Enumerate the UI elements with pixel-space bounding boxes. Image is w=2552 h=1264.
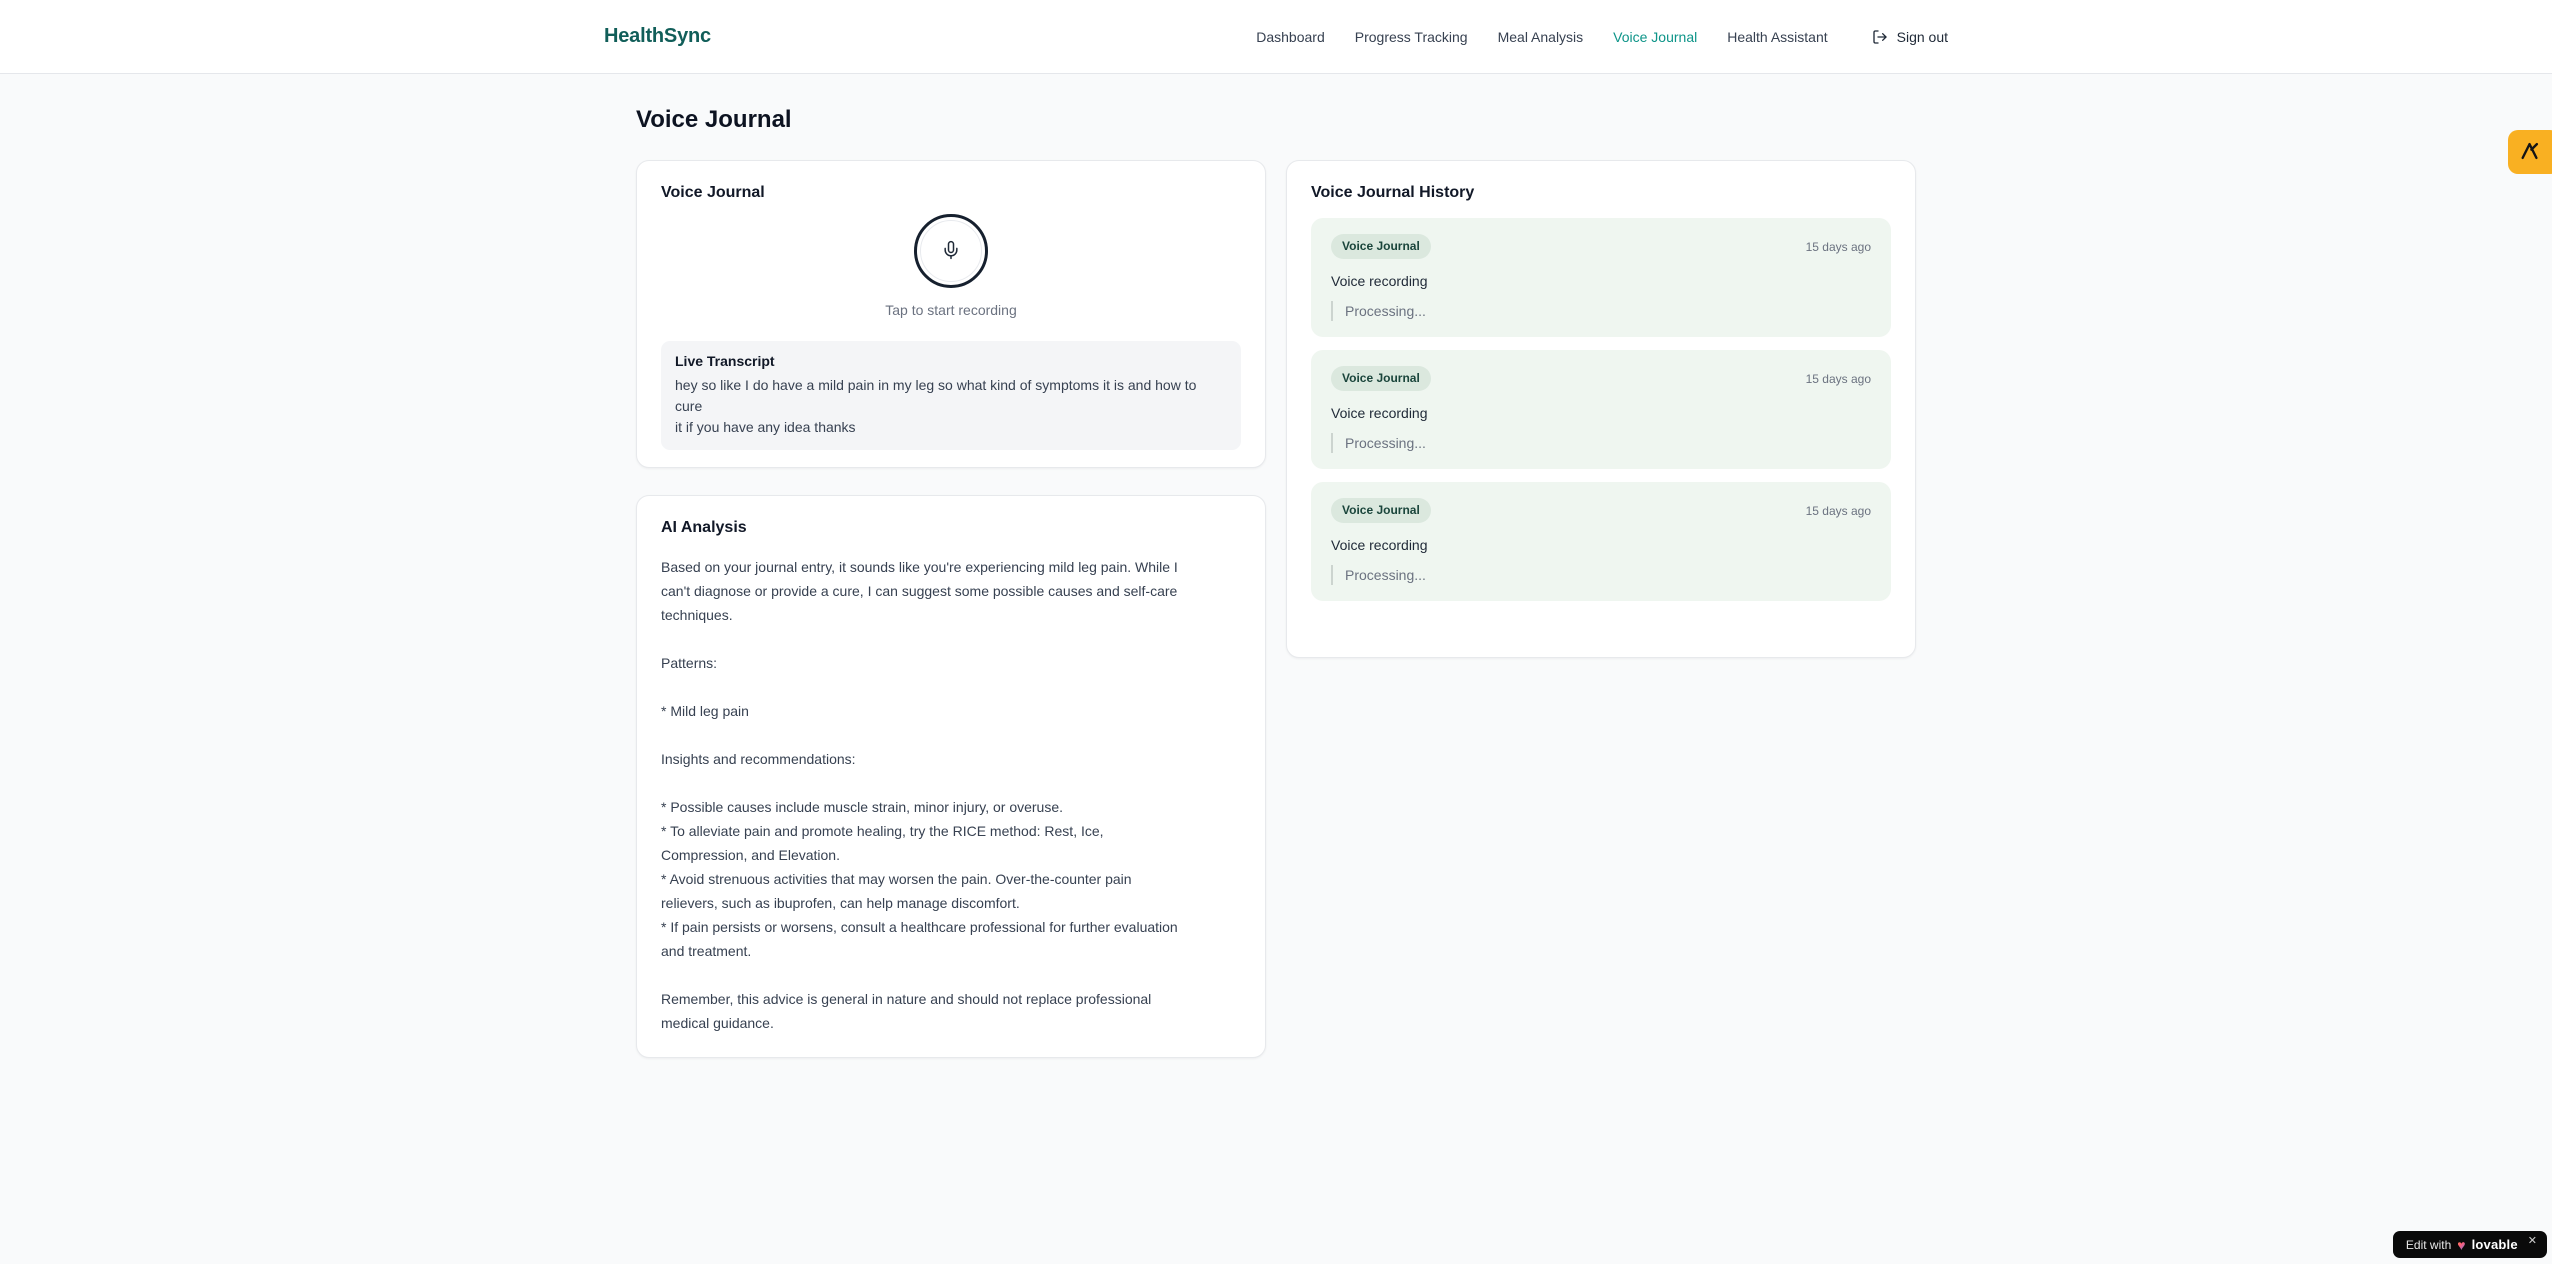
voice-journal-card: Voice Journal Tap to start recording Liv… [636,160,1266,468]
edit-badge-brand: lovable [2471,1237,2518,1252]
sign-out-label: Sign out [1896,28,1948,45]
recorder-body: Tap to start recording [661,214,1241,318]
entry-label: Voice recording [1331,405,1428,421]
history-title: Voice Journal History [1311,184,1475,201]
history-entry[interactable]: Voice Journal 15 days ago Voice recordin… [1311,350,1891,469]
content-columns: Voice Journal Tap to start recording Liv… [636,160,1916,1058]
history-list: Voice Journal 15 days ago Voice recordin… [1311,218,1891,601]
history-entry[interactable]: Voice Journal 15 days ago Voice recordin… [1311,482,1891,601]
main-nav: Dashboard Progress Tracking Meal Analysi… [1256,29,1948,45]
close-icon[interactable]: ✕ [2528,1234,2537,1247]
entry-label: Voice recording [1331,273,1428,289]
main-content: Voice Journal Voice Journal Tap to start… [636,104,1916,1058]
heart-icon: ♥ [2457,1236,2466,1253]
entry-header: Voice Journal 15 days ago [1331,498,1871,523]
voice-journal-history-card: Voice Journal History Voice Journal 15 d… [1286,160,1916,658]
sign-out-button[interactable]: Sign out [1872,29,1948,45]
ai-analysis-card: AI Analysis Based on your journal entry,… [636,495,1266,1058]
feedback-side-tab[interactable] [2508,130,2552,174]
nav-item-voice-journal[interactable]: Voice Journal [1613,29,1697,45]
entry-status: Processing... [1331,301,1871,321]
entry-header: Voice Journal 15 days ago [1331,366,1871,391]
right-column: Voice Journal History Voice Journal 15 d… [1286,160,1916,658]
nav-item-health-assistant[interactable]: Health Assistant [1727,29,1827,45]
entry-status: Processing... [1331,433,1871,453]
entry-type-badge: Voice Journal [1331,498,1431,523]
record-button[interactable] [914,214,988,288]
page-title: Voice Journal [636,106,792,133]
edit-with-lovable-badge[interactable]: Edit with ♥ lovable ✕ [2392,1231,2547,1258]
live-transcript-text: hey so like I do have a mild pain in my … [675,377,1197,435]
log-out-icon [1872,29,1888,45]
history-entry[interactable]: Voice Journal 15 days ago Voice recordin… [1311,218,1891,337]
nav-item-progress-tracking[interactable]: Progress Tracking [1355,29,1468,45]
entry-status: Processing... [1331,565,1871,585]
entry-header: Voice Journal 15 days ago [1331,234,1871,259]
live-transcript-box: Live Transcript hey so like I do have a … [661,341,1241,450]
nav-item-dashboard[interactable]: Dashboard [1256,29,1325,45]
header-container: HealthSync Dashboard Progress Tracking M… [604,0,1948,73]
entry-timestamp: 15 days ago [1805,503,1871,518]
entry-timestamp: 15 days ago [1805,371,1871,386]
live-transcript-title: Live Transcript [675,353,775,369]
entry-timestamp: 15 days ago [1805,239,1871,254]
entry-label: Voice recording [1331,537,1428,553]
side-tab-logo-icon [2519,140,2541,165]
header: HealthSync Dashboard Progress Tracking M… [0,0,2552,74]
ai-analysis-title: AI Analysis [661,519,747,536]
ai-analysis-body: Based on your journal entry, it sounds l… [661,559,1178,1031]
tap-to-record-hint: Tap to start recording [885,302,1017,318]
brand-logo[interactable]: HealthSync [604,25,711,48]
left-column: Voice Journal Tap to start recording Liv… [636,160,1266,1058]
entry-type-badge: Voice Journal [1331,234,1431,259]
edit-badge-prefix: Edit with [2405,1237,2452,1252]
nav-item-meal-analysis[interactable]: Meal Analysis [1498,29,1584,45]
microphone-icon [941,240,961,263]
entry-type-badge: Voice Journal [1331,366,1431,391]
recorder-card-title: Voice Journal [661,184,765,201]
